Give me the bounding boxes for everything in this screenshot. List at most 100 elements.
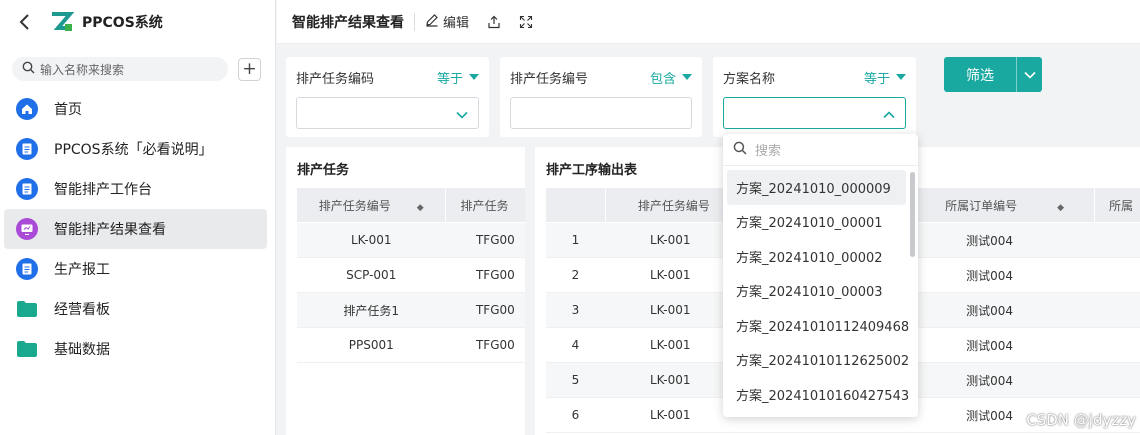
dropdown-option[interactable]: 方案_20241010_00002: [727, 239, 906, 274]
sidebar-item-label: 智能排产结果查看: [54, 222, 166, 238]
caret-down-icon: [469, 74, 479, 80]
filter-task-number-input[interactable]: [510, 97, 692, 129]
add-button[interactable]: +: [238, 57, 261, 81]
task-table: 排产任务编号 ◆ 排产任务 LK-001 TFG00 SCP-001 TFG00 排产任务…: [295, 187, 525, 363]
column-header-index: [545, 187, 606, 223]
table-cell: OF: [1094, 362, 1140, 398]
filter-submit-button[interactable]: 筛选: [944, 57, 1017, 92]
column-header[interactable]: 所属: [1094, 187, 1140, 223]
sort-icon[interactable]: ◆: [417, 203, 424, 213]
filter-more-button[interactable]: [1017, 57, 1042, 92]
caret-down-icon: [682, 74, 692, 80]
sidebar-search-placeholder: 输入名称来搜索: [40, 62, 125, 77]
filter-task-code-select[interactable]: [296, 97, 479, 129]
share-icon[interactable]: [487, 15, 501, 29]
table-row[interactable]: LK-001 TFG00: [296, 222, 525, 258]
dropdown-search-placeholder: 搜索: [755, 144, 782, 159]
dropdown-option[interactable]: 方案_20241010160427543: [727, 377, 909, 412]
sidebar-item[interactable]: 首页: [4, 89, 267, 129]
dropdown-option[interactable]: 方案_20241010160429788: [727, 412, 906, 418]
task-panel: 排产任务 排产任务编号 ◆ 排产任务 LK-001 TFG00 SCP-001 TFG0…: [286, 147, 525, 435]
dropdown-option[interactable]: 方案_20241010112409468: [727, 308, 909, 343]
sort-icon[interactable]: ◆: [1057, 203, 1064, 213]
sidebar-nav: 首页 PPCOS系统「必看说明」 智能排产工作台 智能排产结果查看生产报工经营看板基础…: [0, 89, 275, 369]
filter-label: 排产任务编码: [296, 71, 375, 87]
table-row[interactable]: SCP-001 TFG00: [296, 257, 525, 293]
top-bar: 智能排产结果查看 编辑: [277, 0, 1140, 44]
table-cell: 测试004: [914, 222, 1095, 258]
table-cell: 排产任务1: [296, 292, 446, 328]
chevron-up-icon: [883, 108, 895, 123]
column-header-label: 排产任务编号: [318, 198, 391, 213]
edit-label: 编辑: [443, 16, 470, 31]
fullscreen-icon[interactable]: [519, 15, 533, 29]
plan-name-dropdown: 搜索 方案_20241010_000009 方案_20241010_00001 方案…: [723, 134, 918, 417]
filter-operator-select[interactable]: 包含: [650, 68, 692, 87]
table-row[interactable]: 排产任务1 TFG00: [296, 292, 525, 328]
table-cell: 5: [545, 362, 606, 398]
chevron-down-icon: [456, 108, 468, 123]
column-header[interactable]: 排产任务编号 ◆: [295, 187, 447, 223]
table-cell: OF: [1094, 292, 1140, 328]
filter-operator-label: 等于: [863, 71, 890, 87]
table-cell: PPS001: [296, 327, 446, 363]
sidebar-item[interactable]: 智能排产工作台: [4, 169, 267, 209]
sidebar-search-input[interactable]: 输入名称来搜索: [12, 57, 228, 81]
edit-button[interactable]: 编辑: [425, 12, 469, 31]
filter-card-plan-name: 方案名称 等于: [713, 57, 916, 137]
sidebar-item-label: 经营看板: [54, 302, 110, 318]
filter-button: 筛选: [944, 57, 1042, 92]
app-title: PPCOS系统: [82, 15, 163, 31]
filter-operator-select[interactable]: 等于: [437, 68, 479, 87]
sidebar-item[interactable]: 智能排产结果查看: [4, 209, 267, 249]
table-row[interactable]: PPS001 TFG00: [296, 327, 525, 363]
search-icon: [733, 141, 747, 159]
column-header[interactable]: 排产任务: [445, 187, 525, 223]
filter-operator-label: 包含: [649, 71, 676, 87]
table-cell: OF: [1094, 222, 1140, 258]
sidebar-item-label: 智能排产工作台: [54, 182, 152, 198]
filter-label: 方案名称: [723, 71, 776, 87]
dropdown-option[interactable]: 方案_20241010_00003: [727, 274, 906, 309]
doc-icon: [16, 178, 38, 200]
table-cell: TFG00: [445, 257, 525, 293]
dropdown-option[interactable]: 方案_20241010_00001: [727, 205, 906, 240]
sidebar-item[interactable]: 基础数据: [4, 329, 267, 369]
table-cell: 1: [545, 222, 606, 258]
column-header-label: 所属订单编号: [945, 198, 1018, 213]
sidebar-item[interactable]: 经营看板: [4, 289, 267, 329]
monitor-icon: [16, 218, 38, 240]
table-cell: 3: [545, 292, 606, 328]
table-cell: 6: [545, 397, 606, 433]
table-cell: OF: [1094, 327, 1140, 363]
table-cell: 测试004: [914, 362, 1095, 398]
caret-down-icon: [896, 74, 906, 80]
sidebar-item[interactable]: PPCOS系统「必看说明」: [4, 129, 267, 169]
dropdown-option[interactable]: 方案_20241010112625002: [727, 343, 909, 378]
filter-card-task-number: 排产任务编号 包含: [500, 57, 702, 137]
sidebar-item[interactable]: 生产报工: [4, 249, 267, 289]
sidebar: PPCOS系统 输入名称来搜索 + 首页 PPCOS系统「必看说明」 智能排产工作台…: [0, 0, 276, 435]
dropdown-search-input[interactable]: 搜索: [723, 134, 918, 166]
table-cell: 4: [545, 327, 606, 363]
doc-icon: [16, 138, 38, 160]
table-cell: 测试004: [914, 292, 1095, 328]
back-arrow-icon[interactable]: [18, 12, 32, 32]
chevron-down-icon: [1023, 67, 1036, 83]
filter-operator-select[interactable]: 等于: [864, 68, 906, 87]
column-header[interactable]: 所属订单编号 ◆: [914, 187, 1095, 223]
table-cell: SCP-001: [296, 257, 446, 293]
dropdown-scrollbar[interactable]: [910, 172, 915, 257]
table-cell: 测试004: [914, 327, 1095, 363]
filter-operator-label: 等于: [436, 71, 463, 87]
filter-plan-name-select[interactable]: [723, 97, 906, 129]
table-cell: 2: [545, 257, 606, 293]
sidebar-item-label: 基础数据: [54, 342, 110, 358]
dropdown-option[interactable]: 方案_20241010_000009: [727, 170, 906, 205]
table-cell: TFG00: [445, 222, 525, 258]
sidebar-item-label: PPCOS系统「必看说明」: [54, 142, 213, 158]
table-cell: 测试004: [914, 257, 1095, 293]
watermark: CSDN @jdyzzy: [1026, 411, 1136, 429]
table-cell: OF: [1094, 257, 1140, 293]
doc-icon: [16, 258, 38, 280]
